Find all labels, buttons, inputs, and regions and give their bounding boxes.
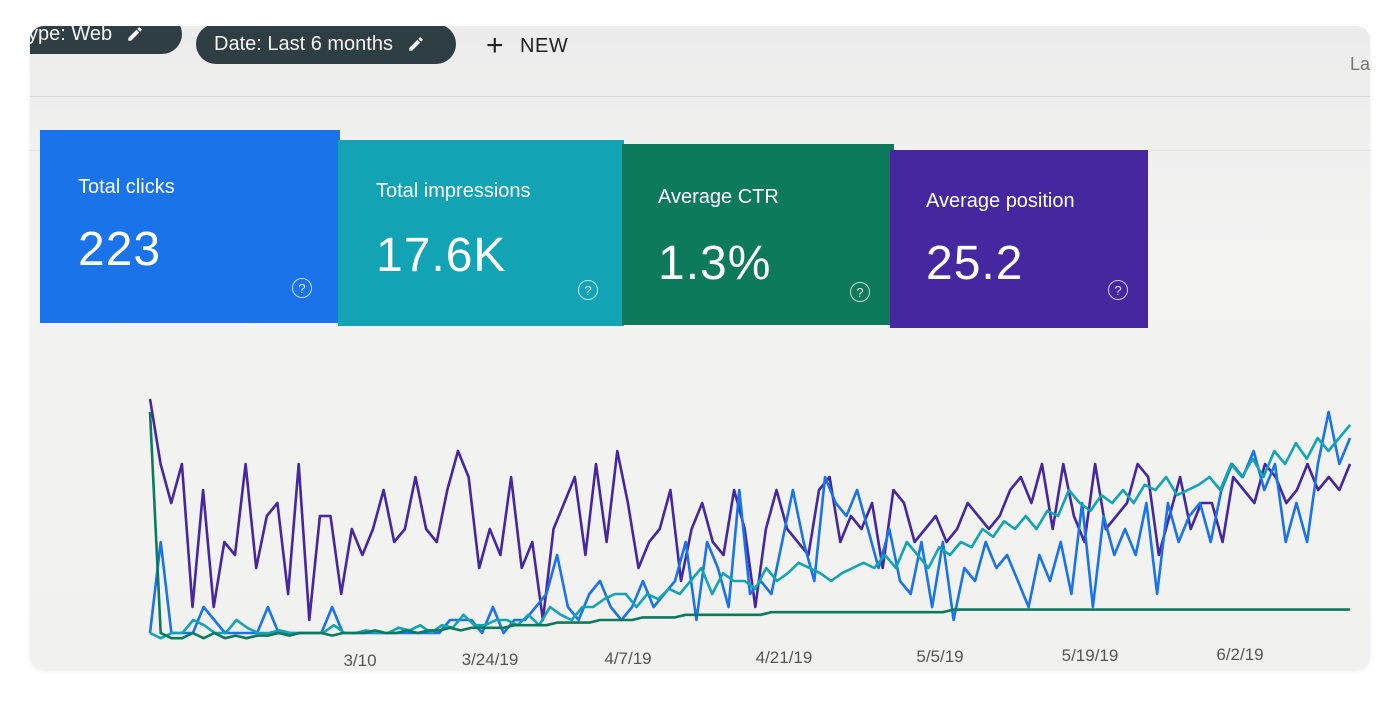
metric-value: 223: [78, 223, 162, 276]
metric-tile-total-impressions[interactable]: Total impressions 17.6K ?: [338, 140, 624, 326]
metric-label: Average position: [926, 190, 1075, 212]
metric-tile-average-position[interactable]: Average position 25.2 ?: [890, 150, 1148, 328]
corner-truncated-text: La: [1349, 54, 1370, 74]
x-tick-label: 4/21/19: [756, 648, 813, 667]
x-tick-label: 5/5/19: [916, 647, 963, 666]
new-filter-label: NEW: [520, 34, 569, 57]
date-filter-label: Date: Last 6 months: [214, 32, 393, 55]
plus-icon: +: [486, 29, 505, 62]
metric-value: 25.2: [926, 237, 1024, 290]
metric-label: Total clicks: [78, 176, 175, 198]
edit-pencil-icon[interactable]: [126, 26, 144, 43]
metric-tile-total-clicks[interactable]: Total clicks 223 ?: [40, 130, 340, 323]
divider: [30, 96, 1370, 97]
metric-value: 1.3%: [658, 237, 772, 290]
help-icon[interactable]: ?: [578, 280, 598, 300]
metric-label: Average CTR: [658, 186, 779, 208]
edit-pencil-icon[interactable]: [407, 35, 425, 53]
type-filter-label: ype: Web: [30, 26, 113, 45]
x-tick-label: 5/19/19: [1062, 646, 1119, 665]
type-filter-chip[interactable]: ype: Web: [30, 26, 182, 54]
help-icon[interactable]: ?: [292, 278, 312, 298]
series-line-total-clicks[interactable]: [148, 410, 1352, 635]
series-line-average-ctr[interactable]: [148, 411, 1350, 640]
metric-value: 17.6K: [376, 229, 507, 282]
new-filter-button[interactable]: + NEW: [486, 28, 568, 64]
x-tick-label: 3/24/19: [462, 650, 519, 669]
x-tick-label: 3/10: [343, 651, 376, 670]
help-icon[interactable]: ?: [1108, 280, 1128, 300]
search-console-screen: ype: Web Date: Last 6 months + NEW La To…: [30, 26, 1370, 670]
metric-tile-average-ctr[interactable]: Average CTR 1.3% ?: [622, 144, 894, 325]
x-tick-label: 6/2/19: [1216, 645, 1263, 664]
chart-x-ticks: 3/10 3/24/19 4/7/19 4/21/19 5/5/19 5/19/19 6/2…: [343, 645, 1263, 670]
date-filter-chip[interactable]: Date: Last 6 months: [196, 26, 456, 64]
series-line-total-impressions[interactable]: [149, 424, 1351, 640]
x-tick-label: 4/7/19: [604, 649, 651, 668]
metric-label: Total impressions: [376, 180, 531, 202]
chart-series-layer: [148, 398, 1352, 640]
performance-chart[interactable]: 3/10 3/24/19 4/7/19 4/21/19 5/5/19 5/19/19 6/2…: [30, 326, 1370, 670]
help-icon[interactable]: ?: [850, 282, 870, 302]
